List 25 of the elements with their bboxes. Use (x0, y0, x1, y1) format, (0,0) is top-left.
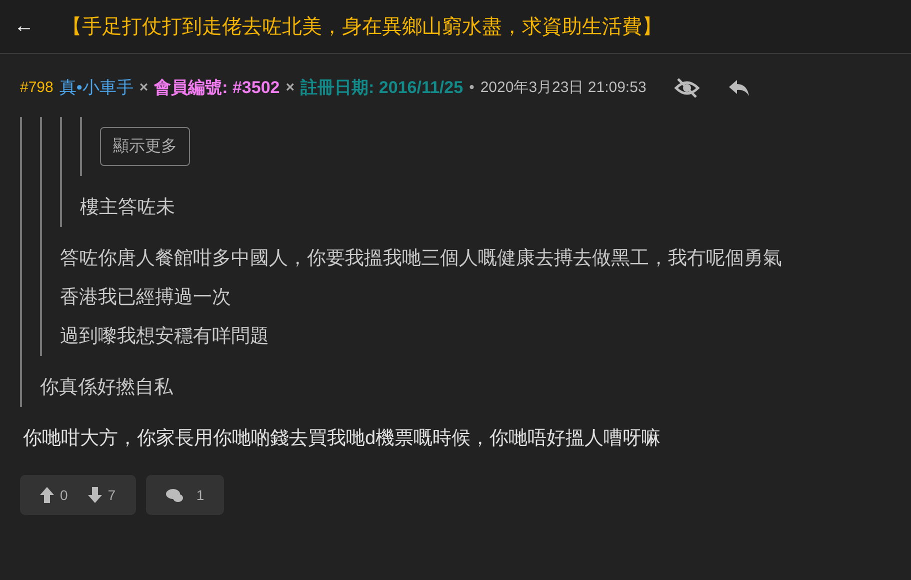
back-button[interactable]: ← (10, 15, 38, 38)
post-body: 你哋咁大方，你家長用你哋啲錢去買我哋d機票嘅時候，你哋唔好搵人嘈呀嘛 (23, 427, 662, 451)
hide-icon[interactable] (674, 76, 700, 98)
replies-button[interactable]: 1 (160, 487, 210, 503)
separator: • (469, 79, 474, 96)
separator: × (286, 79, 295, 96)
separator: × (139, 79, 148, 96)
post-number: #798 (20, 79, 54, 96)
quote-text: 答咗你唐人餐館咁多中國人，你要我搵我哋三個人嘅健康去搏去做黑工，我冇呢個勇氣 (60, 247, 783, 271)
arrow-down-icon (88, 487, 102, 503)
quote-text: 樓主答咗未 (80, 196, 176, 220)
show-more-button[interactable]: 顯示更多 (100, 127, 190, 166)
speech-bubbles-icon (166, 488, 183, 502)
downvote-button[interactable]: 7 (82, 487, 122, 503)
reply-icon[interactable] (728, 78, 750, 96)
arrow-up-icon (40, 487, 54, 503)
author-name[interactable]: 真•小車手 (59, 76, 134, 99)
register-date: 註冊日期: 2016/11/25 (300, 77, 464, 99)
quote-text: 你真係好撚自私 (40, 376, 174, 400)
quote-text: 香港我已經搏過一次 (60, 286, 232, 310)
post-time: 2020年3月23日 21:09:53 (480, 78, 646, 97)
thread-title: 【手足打仗打到走佬去咗北美，身在異鄉山窮水盡，求資助生活費】 (62, 15, 662, 40)
upvote-button[interactable]: 0 (34, 487, 74, 503)
quote-text: 過到嚟我想安穩有咩問題 (60, 325, 270, 349)
member-number: 會員編號: #3502 (154, 77, 280, 99)
